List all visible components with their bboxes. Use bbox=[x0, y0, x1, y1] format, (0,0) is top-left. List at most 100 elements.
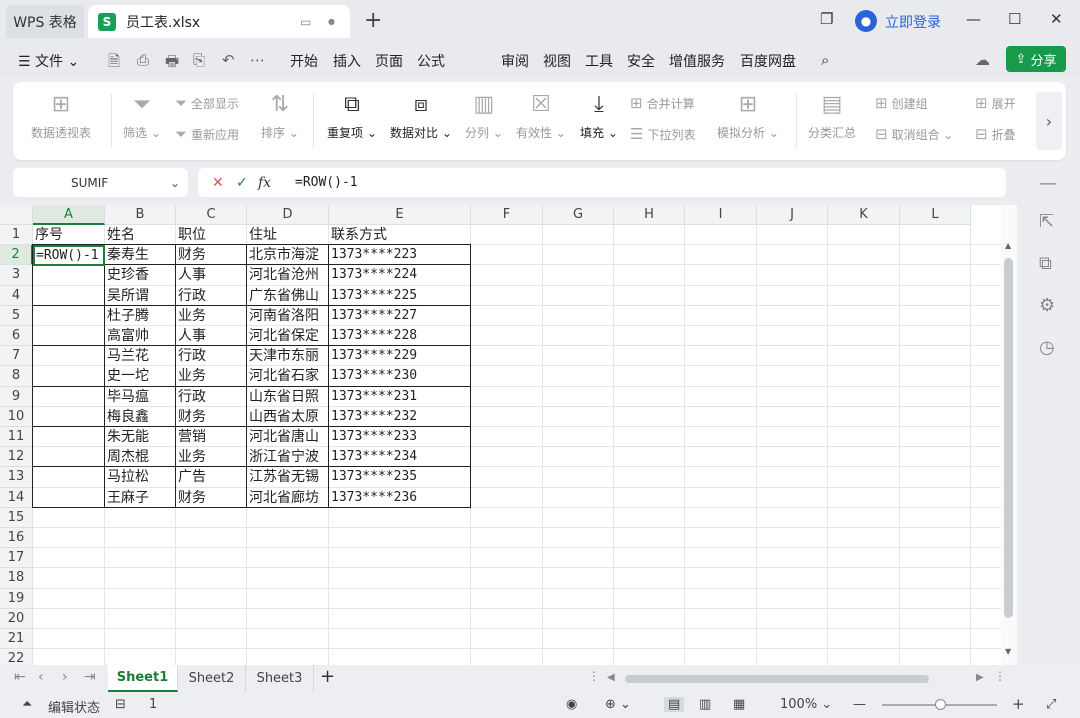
row-header[interactable]: 18 bbox=[0, 568, 33, 589]
row-header[interactable]: 11 bbox=[0, 427, 33, 448]
data-cell[interactable]: 1373****225 bbox=[329, 286, 470, 306]
file-tab[interactable]: S 员工表.xlsx ▭ ● bbox=[88, 5, 350, 38]
zoom-slider-handle[interactable] bbox=[935, 699, 946, 710]
data-cell[interactable]: 山西省太原 bbox=[247, 407, 328, 427]
next-sheet-icon[interactable]: › bbox=[62, 669, 68, 685]
data-cell[interactable]: 梅良鑫 bbox=[105, 407, 175, 427]
first-sheet-icon[interactable]: ⇤ bbox=[14, 669, 26, 685]
column-header[interactable]: H bbox=[614, 205, 685, 225]
maximize-icon[interactable]: ☐ bbox=[1008, 10, 1021, 28]
data-cell[interactable]: 1373****224 bbox=[329, 265, 470, 285]
split-column-button[interactable]: ▥ 分列 ⌄ bbox=[465, 90, 503, 141]
select-all-corner[interactable] bbox=[0, 205, 33, 225]
row-header[interactable]: 9 bbox=[0, 386, 33, 407]
data-cell[interactable]: 山东省日照 bbox=[247, 387, 328, 407]
preview-icon[interactable]: ⎘ bbox=[193, 51, 205, 69]
data-cell[interactable]: 1373****233 bbox=[329, 427, 470, 447]
reapply-button[interactable]: ⏷ 重新应用 bbox=[175, 125, 239, 143]
minimize-icon[interactable]: — bbox=[966, 10, 981, 28]
row-header[interactable]: 20 bbox=[0, 608, 33, 629]
sort-button[interactable]: ⇅ 排序 ⌄ bbox=[261, 90, 299, 141]
pivot-table-button[interactable]: ⊞ 数据透视表 bbox=[31, 90, 91, 141]
menu-baidu-pan[interactable]: 百度网盘 bbox=[740, 51, 796, 71]
data-cell[interactable]: 财务 bbox=[176, 245, 246, 265]
history-icon[interactable]: ◷ bbox=[1039, 337, 1055, 358]
cancel-icon[interactable]: ✕ bbox=[212, 175, 224, 191]
data-cell[interactable]: 河北省保定 bbox=[247, 326, 328, 346]
data-cell[interactable]: 天津市东丽 bbox=[247, 346, 328, 366]
menu-security[interactable]: 安全 bbox=[627, 51, 655, 71]
data-cell[interactable]: 河北省唐山 bbox=[247, 427, 328, 447]
compare-button[interactable]: ⧈ 数据对比 ⌄ bbox=[390, 90, 452, 141]
consolidate-button[interactable]: ⊞ 合并计算 bbox=[630, 94, 695, 112]
zoom-level[interactable]: 100% ⌄ bbox=[780, 697, 832, 712]
column-header[interactable]: L bbox=[900, 205, 971, 225]
macro-icon[interactable]: ⊟ bbox=[115, 697, 126, 712]
search-icon[interactable]: ⌕ bbox=[821, 51, 829, 69]
column-header[interactable]: F bbox=[471, 205, 543, 225]
sheet-tab[interactable]: Sheet1 bbox=[108, 665, 178, 692]
data-cell[interactable]: 北京市海淀 bbox=[247, 245, 328, 265]
data-cell[interactable]: 广告 bbox=[176, 467, 246, 487]
data-cell[interactable]: 人事 bbox=[176, 326, 246, 346]
menu-formula[interactable]: 公式 bbox=[417, 51, 445, 71]
data-cell[interactable]: 1373****236 bbox=[329, 488, 470, 508]
menu-review[interactable]: 审阅 bbox=[501, 51, 529, 71]
data-cell[interactable]: 广东省佛山 bbox=[247, 286, 328, 306]
data-cell[interactable]: 高富帅 bbox=[105, 326, 175, 346]
row-header[interactable]: 3 bbox=[0, 265, 33, 286]
splitter-icon[interactable]: ⋮ bbox=[588, 669, 600, 683]
save-icon[interactable]: 🗎 bbox=[108, 51, 120, 76]
row-header[interactable]: 12 bbox=[0, 447, 33, 468]
row-header[interactable]: 19 bbox=[0, 588, 33, 609]
data-cell[interactable]: 行政 bbox=[176, 286, 246, 306]
add-sheet-button[interactable]: + bbox=[320, 666, 335, 687]
data-cell[interactable]: 江苏省无锡 bbox=[247, 467, 328, 487]
data-cell[interactable]: 业务 bbox=[176, 366, 246, 386]
prev-sheet-icon[interactable]: ‹ bbox=[38, 669, 44, 685]
header-cell[interactable]: 姓名 bbox=[105, 225, 176, 245]
data-cell[interactable]: 史珍香 bbox=[105, 265, 175, 285]
show-all-button[interactable]: ⏷ 全部显示 bbox=[175, 94, 239, 112]
row-header[interactable]: 21 bbox=[0, 629, 33, 650]
data-cell[interactable]: 人事 bbox=[176, 265, 246, 285]
data-cell[interactable]: 1373****229 bbox=[329, 346, 470, 366]
data-cell[interactable]: 王麻子 bbox=[105, 488, 175, 508]
ungroup-button[interactable]: ⊟ 取消组合 ⌄ bbox=[875, 125, 953, 143]
close-tab-icon[interactable]: ● bbox=[328, 17, 335, 26]
splitter-icon[interactable]: ⋮ bbox=[994, 669, 1006, 683]
header-cell[interactable]: 住址 bbox=[247, 225, 329, 245]
scroll-up-icon[interactable]: ▲ bbox=[1005, 241, 1011, 250]
menu-value-added[interactable]: 增值服务 bbox=[669, 51, 725, 71]
app-tab[interactable]: WPS 表格 bbox=[6, 5, 84, 38]
data-cell[interactable]: 吴所谓 bbox=[105, 286, 175, 306]
data-cell[interactable]: 财务 bbox=[176, 488, 246, 508]
file-menu[interactable]: ☰ 文件 ⌄ bbox=[18, 51, 79, 71]
data-cell[interactable]: 河北省石家 bbox=[247, 366, 328, 386]
formula-bar[interactable]: ✕ ✓ fx =ROW()-1 bbox=[198, 168, 1006, 197]
new-tab-button[interactable]: + bbox=[364, 8, 382, 33]
normal-view-icon[interactable]: ▤ bbox=[664, 697, 685, 712]
data-cell[interactable]: 1373****234 bbox=[329, 447, 470, 467]
data-cell[interactable]: 浙江省宁波 bbox=[247, 447, 328, 467]
data-cell[interactable]: 秦寿生 bbox=[105, 245, 175, 265]
column-header[interactable]: C bbox=[176, 205, 247, 225]
data-cell[interactable]: 史一坨 bbox=[105, 366, 175, 386]
data-cell[interactable]: 马拉松 bbox=[105, 467, 175, 487]
header-cell[interactable]: 序号 bbox=[33, 225, 105, 245]
fill-button[interactable]: ⤓ 填充 ⌄ bbox=[580, 90, 618, 141]
data-cell[interactable]: 朱无能 bbox=[105, 427, 175, 447]
data-cell[interactable]: 马兰花 bbox=[105, 346, 175, 366]
layout-icon[interactable]: ⊕ ⌄ bbox=[605, 697, 631, 712]
column-header[interactable]: G bbox=[543, 205, 614, 225]
menu-tools[interactable]: 工具 bbox=[585, 51, 613, 71]
data-cell[interactable]: 1373****230 bbox=[329, 366, 470, 386]
menu-home[interactable]: 开始 bbox=[290, 51, 318, 71]
data-cell[interactable]: 河北省沧州 bbox=[247, 265, 328, 285]
scroll-right-icon[interactable]: ▶ bbox=[976, 672, 984, 683]
simulate-button[interactable]: ⊞ 模拟分析 ⌄ bbox=[717, 90, 779, 141]
login-link[interactable]: 立即登录 bbox=[885, 12, 941, 32]
data-cell[interactable]: 1373****235 bbox=[329, 467, 470, 487]
row-header[interactable]: 7 bbox=[0, 346, 33, 367]
window-icon[interactable]: ▭ bbox=[300, 15, 311, 29]
